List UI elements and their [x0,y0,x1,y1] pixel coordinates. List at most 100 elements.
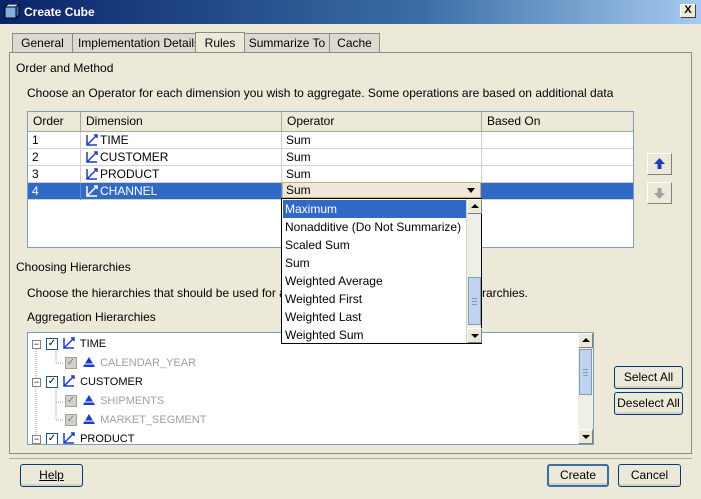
tab-summarize-to[interactable]: Summarize To [244,33,330,53]
dimension-icon [63,375,75,387]
deselect-all-button[interactable]: Deselect All [614,392,683,415]
order-cell: 1 [28,132,81,149]
operator-option[interactable]: Weighted Sum [283,326,466,344]
scroll-thumb[interactable] [579,349,592,395]
column-header-based-on[interactable]: Based On [482,112,633,132]
hierarchy-description-end: rarchies. [482,286,529,300]
tab-general[interactable]: General [12,33,73,53]
aggregation-hierarchy-tree: − ✓ TIME ✓ CALENDAR_YEAR − ✓ CUSTOMER ✓ … [27,332,594,445]
column-header-operator[interactable]: Operator [282,112,482,132]
dimension-icon [86,168,98,180]
close-button[interactable]: X [680,4,696,18]
tree-node[interactable]: TIME [62,335,106,353]
tree-node: SHIPMENTS [82,392,164,410]
tree-checkbox[interactable]: ✓ [46,433,58,444]
operator-option[interactable]: Sum [283,254,466,272]
based-on-cell[interactable] [482,183,633,200]
arrow-up-icon [654,158,665,169]
scroll-up-button[interactable] [578,333,593,348]
operator-combo-value: Sum [286,183,311,197]
order-cell: 2 [28,149,81,166]
table-row[interactable]: 1 TIME Sum [28,132,633,149]
tree-checkbox[interactable]: ✓ [46,338,58,350]
order-cell: 4 [28,183,81,200]
order-section-description: Choose an Operator for each dimension yo… [27,86,614,100]
tree-node-label: CUSTOMER [80,376,143,388]
chevron-down-icon [471,334,479,338]
hierarchy-section-title: Choosing Hierarchies [16,260,131,274]
select-all-button[interactable]: Select All [614,366,683,389]
dimension-cell: CHANNEL [81,183,282,200]
tab-cache[interactable]: Cache [329,33,380,53]
order-section-title: Order and Method [16,61,114,75]
chevron-up-icon [582,338,590,342]
chevron-down-icon[interactable] [467,188,475,193]
operator-option[interactable]: Weighted First [283,290,466,308]
tree-scrollbar[interactable] [578,333,593,444]
tree-node-label: CALENDAR_YEAR [100,357,197,369]
order-cell: 3 [28,166,81,183]
based-on-cell[interactable] [482,132,633,149]
operator-option[interactable]: Weighted Average [283,272,466,290]
based-on-cell[interactable] [482,166,633,183]
operator-dropdown-list[interactable]: Maximum Nonadditive (Do Not Summarize) S… [281,198,482,344]
tree-checkbox[interactable]: ✓ [46,376,58,388]
cancel-button[interactable]: Cancel [618,464,681,487]
scroll-down-button[interactable] [467,328,482,343]
operator-combo[interactable]: Sum [282,182,481,198]
dimension-icon [86,151,98,163]
operator-option[interactable]: Weighted Last [283,308,466,326]
scroll-thumb[interactable] [468,277,481,325]
tab-implementation-details[interactable]: Implementation Details [72,33,206,53]
tree-checkbox: ✓ [65,357,77,369]
collapse-icon[interactable]: − [32,435,41,444]
help-button[interactable]: Help [20,464,83,487]
collapse-icon[interactable]: − [32,378,41,387]
move-down-button[interactable] [647,182,672,204]
column-header-dimension[interactable]: Dimension [81,112,282,132]
close-icon: X [684,4,692,16]
column-header-order[interactable]: Order [28,112,81,132]
dimension-icon [63,432,75,444]
dimension-name: CUSTOMER [100,150,169,164]
table-row[interactable]: 2 CUSTOMER Sum [28,149,633,166]
dimension-name: TIME [100,133,129,147]
arrow-down-icon [654,188,665,199]
dimension-icon [86,185,98,197]
dimension-cell: TIME [81,132,282,149]
dimension-cell: CUSTOMER [81,149,282,166]
dimension-cell: PRODUCT [81,166,282,183]
dimension-name: PRODUCT [100,167,160,181]
collapse-icon[interactable]: − [32,340,41,349]
tree-node[interactable]: CUSTOMER [62,373,143,391]
dropdown-scrollbar[interactable] [466,199,482,343]
operator-option[interactable]: Scaled Sum [283,236,466,254]
footer-separator [9,458,692,459]
hierarchy-description: Choose the hierarchies that should be us… [27,286,310,300]
scroll-up-button[interactable] [467,199,482,214]
operator-cell[interactable]: Sum [282,132,482,149]
operator-cell[interactable]: Sum [282,149,482,166]
help-label: Help [39,468,64,482]
move-up-button[interactable] [647,153,672,175]
tab-rules[interactable]: Rules [195,32,245,53]
operator-cell[interactable]: Sum [282,166,482,183]
cube-app-icon [4,4,20,20]
tree-node: MARKET_SEGMENT [82,411,206,429]
tree-checkbox: ✓ [65,414,77,426]
scroll-down-button[interactable] [578,429,593,444]
create-button[interactable]: Create [547,464,609,487]
dimension-icon [63,337,75,349]
operator-option[interactable]: Nonadditive (Do Not Summarize) [283,218,466,236]
hierarchy-icon [83,357,95,367]
operator-option[interactable]: Maximum [283,200,466,218]
based-on-cell[interactable] [482,149,633,166]
table-row[interactable]: 3 PRODUCT Sum [28,166,633,183]
window-title: Create Cube [24,5,95,19]
tree-node[interactable]: PRODUCT [62,430,134,444]
tree-checkbox: ✓ [65,395,77,407]
title-bar: Create Cube X [0,0,701,24]
hierarchy-icon [83,414,95,424]
hierarchy-icon [83,395,95,405]
tree-node-label: TIME [79,338,107,350]
